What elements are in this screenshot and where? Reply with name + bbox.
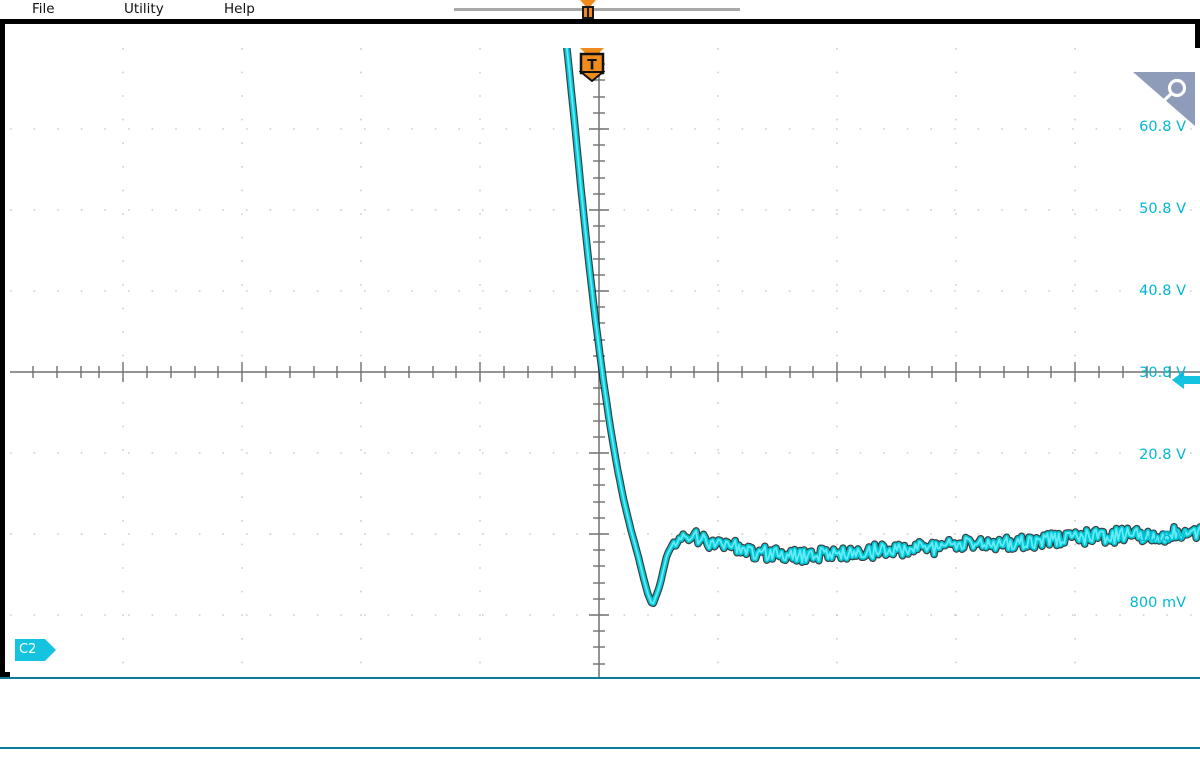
menu-item-help[interactable]: Help bbox=[224, 1, 255, 18]
graticule-grid bbox=[10, 48, 1200, 696]
menu-bar: File Utility Help bbox=[0, 0, 1200, 19]
waveform-trace bbox=[563, 48, 1200, 608]
oscilloscope-screen: File Utility Help C2 T 60.8 V 50.8 V 40.… bbox=[0, 0, 1200, 759]
voltage-label-6: 10.8 V bbox=[1139, 529, 1186, 545]
menu-item-file[interactable]: File bbox=[32, 1, 55, 18]
graticule-frame: C2 T 60.8 V 50.8 V 40.8 V 30.8 V 20.8 V … bbox=[0, 19, 1200, 696]
horizontal-position-slit-icon bbox=[587, 7, 589, 18]
trigger-marker-letter: T bbox=[587, 58, 597, 74]
voltage-label-5: 20.8 V bbox=[1139, 447, 1186, 463]
horizontal-position-handle[interactable] bbox=[579, 0, 597, 19]
channel-ground-marker-label: C2 bbox=[19, 642, 37, 657]
voltage-label-3: 40.8 V bbox=[1139, 283, 1186, 299]
status-bar-bottom-rule bbox=[0, 747, 1200, 749]
voltage-label-4: 30.8 V bbox=[1139, 365, 1186, 381]
voltage-label-2: 50.8 V bbox=[1139, 201, 1186, 217]
trigger-position-marker[interactable]: T bbox=[578, 48, 606, 83]
voltage-label-7: 800 mV bbox=[1129, 595, 1186, 611]
voltage-label-1: 60.8 V bbox=[1139, 119, 1186, 135]
horizontal-position-track[interactable] bbox=[454, 8, 740, 11]
waveform-plot-area[interactable]: C2 bbox=[10, 48, 1200, 696]
menu-item-utility[interactable]: Utility bbox=[124, 1, 164, 18]
